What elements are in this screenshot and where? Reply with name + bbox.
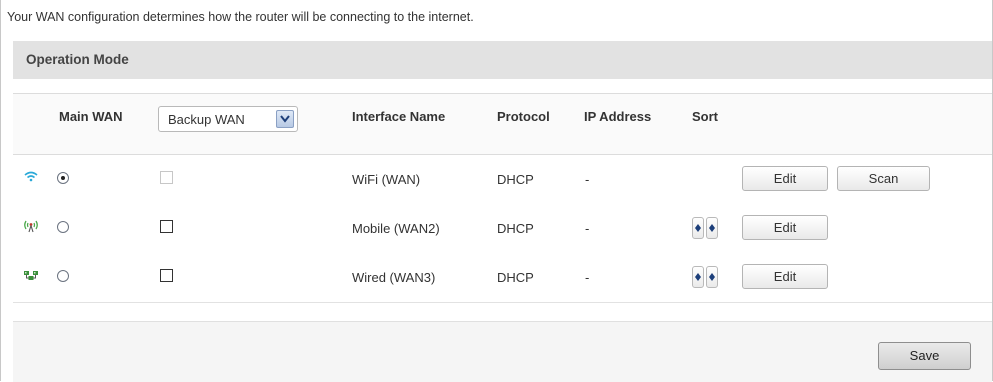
intro-text: Your WAN configuration determines how th… xyxy=(7,10,474,24)
protocol-value: DHCP xyxy=(497,221,534,236)
edit-button[interactable]: Edit xyxy=(742,264,828,289)
ip-address-value: - xyxy=(585,172,590,187)
form-footer: Save xyxy=(13,321,992,382)
ip-address-header: IP Address xyxy=(584,109,652,124)
move-up-button[interactable] xyxy=(692,266,704,288)
wired-network-icon xyxy=(23,267,39,283)
wan-settings-panel: Your WAN configuration determines how th… xyxy=(0,0,993,382)
move-down-button[interactable] xyxy=(706,266,718,288)
chevron-down-icon[interactable] xyxy=(276,110,294,128)
move-up-button[interactable] xyxy=(692,217,704,239)
table-row: Wired (WAN3) DHCP - Edit xyxy=(13,253,992,303)
backup-wan-select-value: Backup WAN xyxy=(168,112,245,127)
ip-address-value: - xyxy=(585,221,590,236)
table-row: WiFi (WAN) DHCP - Edit Scan xyxy=(13,155,992,205)
sort-control[interactable] xyxy=(692,266,719,288)
main-wan-radio[interactable] xyxy=(57,270,69,282)
wifi-icon xyxy=(23,169,39,185)
table-header: Main WAN Backup WAN Interface Name Proto… xyxy=(13,93,992,155)
wan-table: Main WAN Backup WAN Interface Name Proto… xyxy=(13,93,992,382)
mobile-antenna-icon xyxy=(23,218,39,234)
main-wan-header: Main WAN xyxy=(59,109,123,124)
backup-wan-select[interactable]: Backup WAN xyxy=(158,106,298,132)
protocol-header: Protocol xyxy=(497,109,550,124)
interface-name: Mobile (WAN2) xyxy=(352,221,440,236)
edit-button[interactable]: Edit xyxy=(742,215,828,240)
protocol-value: DHCP xyxy=(497,172,534,187)
sort-control[interactable] xyxy=(692,217,719,239)
scan-button[interactable]: Scan xyxy=(837,166,930,191)
protocol-value: DHCP xyxy=(497,270,534,285)
backup-wan-checkbox xyxy=(160,171,173,184)
interface-name-header: Interface Name xyxy=(352,109,446,124)
section-title: Operation Mode xyxy=(26,52,129,67)
operation-mode-header: Operation Mode xyxy=(13,41,992,79)
edit-button[interactable]: Edit xyxy=(742,166,828,191)
main-wan-radio[interactable] xyxy=(57,172,69,184)
main-wan-radio[interactable] xyxy=(57,221,69,233)
backup-wan-checkbox[interactable] xyxy=(160,220,173,233)
table-row: Mobile (WAN2) DHCP - Edit xyxy=(13,204,992,254)
move-down-button[interactable] xyxy=(706,217,718,239)
save-button[interactable]: Save xyxy=(878,342,971,370)
backup-wan-checkbox[interactable] xyxy=(160,269,173,282)
ip-address-value: - xyxy=(585,270,590,285)
interface-name: WiFi (WAN) xyxy=(352,172,421,187)
interface-name: Wired (WAN3) xyxy=(352,270,436,285)
sort-header: Sort xyxy=(692,109,718,124)
